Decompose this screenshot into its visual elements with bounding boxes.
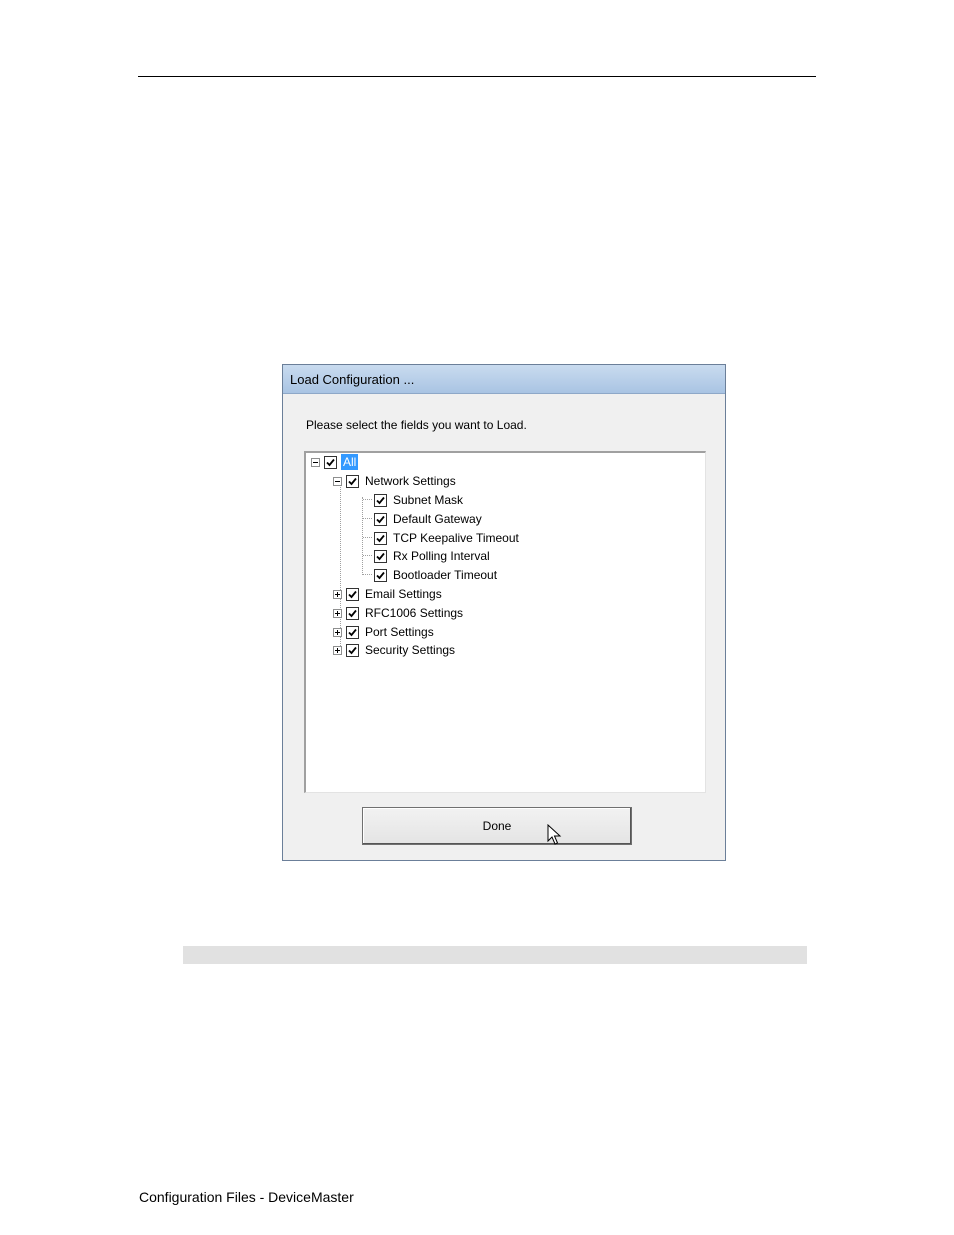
tree-node-network-settings[interactable]: Network Settings (333, 472, 458, 490)
plus-box-icon[interactable] (333, 608, 342, 618)
tree-label-all[interactable]: All (341, 454, 359, 470)
page-footer: Configuration Files - DeviceMaster (139, 1189, 354, 1205)
port-settings-checkbox[interactable] (346, 625, 359, 639)
tree-connector (363, 499, 372, 500)
done-button[interactable]: Done (362, 807, 632, 845)
default-gateway-checkbox[interactable] (374, 512, 387, 526)
tree-node-all[interactable]: All (311, 453, 359, 471)
checkmark-icon (376, 571, 385, 579)
tree-connector (363, 555, 372, 556)
tree-node-subnet-mask[interactable]: Subnet Mask (374, 491, 465, 509)
checkmark-icon (348, 609, 357, 617)
dialog-title: Load Configuration ... (290, 372, 415, 387)
field-tree-view[interactable]: All Network Settings Subnet Mask Default… (304, 451, 706, 793)
tree-node-tcp-keepalive-timeout[interactable]: TCP Keepalive Timeout (374, 529, 521, 547)
rfc1006-settings-checkbox[interactable] (346, 606, 359, 620)
tree-connector (363, 537, 372, 538)
checkmark-icon (376, 515, 385, 523)
dialog-titlebar[interactable]: Load Configuration ... (283, 365, 725, 394)
dialog-prompt: Please select the fields you want to Loa… (306, 418, 527, 432)
tree-label-email-settings[interactable]: Email Settings (363, 586, 444, 602)
minus-box-icon[interactable] (333, 476, 342, 486)
checkmark-icon (348, 477, 357, 485)
checkmark-icon (348, 628, 357, 636)
plus-box-icon[interactable] (333, 627, 342, 637)
tree-node-security-settings[interactable]: Security Settings (333, 641, 457, 659)
plus-box-icon[interactable] (333, 589, 342, 599)
tree-label-network-settings[interactable]: Network Settings (363, 473, 458, 489)
email-settings-checkbox[interactable] (346, 587, 359, 601)
dialog-body: Please select the fields you want to Loa… (284, 394, 724, 859)
checkmark-icon (376, 496, 385, 504)
load-configuration-dialog: Load Configuration ... Please select the… (282, 364, 726, 861)
tree-node-rfc1006-settings[interactable]: RFC1006 Settings (333, 604, 465, 622)
tree-connector (363, 574, 372, 575)
tree-node-default-gateway[interactable]: Default Gateway (374, 510, 484, 528)
checkmark-icon (376, 552, 385, 560)
checkmark-icon (326, 458, 335, 466)
checkmark-icon (348, 590, 357, 598)
tree-node-rx-polling-interval[interactable]: Rx Polling Interval (374, 547, 492, 565)
arrow-cursor-icon (547, 824, 562, 845)
checkmark-icon (376, 534, 385, 542)
plus-box-icon[interactable] (333, 645, 342, 655)
tree-label-tcp-keepalive-timeout[interactable]: TCP Keepalive Timeout (391, 530, 521, 546)
tree-label-default-gateway[interactable]: Default Gateway (391, 511, 484, 527)
minus-box-icon[interactable] (311, 457, 320, 467)
tree-label-port-settings[interactable]: Port Settings (363, 624, 436, 640)
tree-label-bootloader-timeout[interactable]: Bootloader Timeout (391, 567, 499, 583)
bootloader-timeout-checkbox[interactable] (374, 568, 387, 582)
tree-node-bootloader-timeout[interactable]: Bootloader Timeout (374, 566, 499, 584)
all-checkbox[interactable] (324, 455, 337, 469)
tcp-keepalive-timeout-checkbox[interactable] (374, 531, 387, 545)
shaded-band (183, 946, 807, 964)
tree-connector (363, 518, 372, 519)
security-settings-checkbox[interactable] (346, 643, 359, 657)
checkmark-icon (348, 646, 357, 654)
tree-label-security-settings[interactable]: Security Settings (363, 642, 457, 658)
tree-node-email-settings[interactable]: Email Settings (333, 585, 444, 603)
tree-connector (362, 497, 363, 575)
rx-polling-interval-checkbox[interactable] (374, 549, 387, 563)
header-rule (138, 76, 816, 77)
network-settings-checkbox[interactable] (346, 474, 359, 488)
tree-label-rx-polling-interval[interactable]: Rx Polling Interval (391, 548, 492, 564)
tree-label-rfc1006-settings[interactable]: RFC1006 Settings (363, 605, 465, 621)
subnet-mask-checkbox[interactable] (374, 493, 387, 507)
tree-node-port-settings[interactable]: Port Settings (333, 623, 436, 641)
tree-label-subnet-mask[interactable]: Subnet Mask (391, 492, 465, 508)
